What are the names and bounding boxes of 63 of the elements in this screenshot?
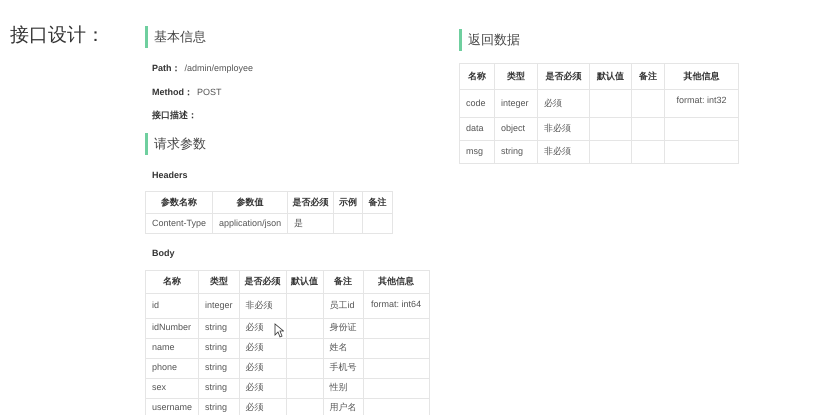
column-header: 备注 (323, 270, 364, 293)
table-cell: sex (146, 378, 199, 398)
subsection-label: Headers (152, 168, 188, 182)
field-value: /admin/employee (184, 62, 254, 75)
column-header: 其他信息 (664, 64, 738, 90)
table-cell: data (460, 118, 494, 140)
table-cell: 性别 (323, 378, 364, 398)
table-cell: 身份证 (323, 318, 364, 338)
table-cell: format: int64 (363, 293, 430, 318)
table-cell: string (198, 338, 240, 358)
section-heading: 基本信息 (145, 26, 206, 48)
table-cell: 必须 (239, 338, 286, 358)
table-cell: phone (146, 358, 199, 378)
column-header: 类型 (198, 270, 240, 293)
table-cell: string (198, 318, 240, 338)
section-heading: 返回数据 (459, 29, 520, 51)
table-cell: 手机号 (323, 358, 364, 378)
column-header: 名称 (146, 270, 199, 293)
column-header: 示例 (334, 192, 363, 214)
column-header: 是否必须 (288, 192, 334, 214)
page-title: 接口设计： (10, 24, 105, 48)
table-cell: 非必须 (538, 140, 590, 164)
column-header: 是否必须 (538, 64, 590, 90)
table-cell: id (146, 293, 199, 318)
column-header: 备注 (362, 192, 393, 214)
column-header: 默认值 (590, 64, 632, 90)
table-cell: 必须 (538, 90, 590, 118)
table-cell: 姓名 (323, 338, 364, 358)
field-value: POST (197, 86, 222, 98)
column-header: 名称 (460, 64, 494, 90)
column-header: 默认值 (286, 270, 324, 293)
column-header: 参数值 (212, 192, 288, 214)
table-cell: object (494, 118, 538, 140)
field-label: Path： (152, 62, 181, 75)
table-cell: application/json (212, 214, 288, 234)
table-cell: 是 (288, 214, 334, 234)
table-cell: name (146, 338, 199, 358)
table-cell: 非必须 (538, 118, 590, 140)
table-cell: string (198, 358, 240, 378)
table-cell: Content-Type (146, 214, 213, 234)
table-cell: code (460, 90, 494, 118)
table-cell: msg (460, 140, 494, 164)
column-header: 参数名称 (146, 192, 213, 214)
column-header: 是否必须 (239, 270, 286, 293)
field-label: Method： (152, 86, 193, 98)
table-cell: 必须 (239, 358, 286, 378)
field-label: 接口描述： (152, 109, 197, 122)
table-cell: idNumber (146, 318, 199, 338)
table-cell: 非必须 (239, 293, 286, 318)
table-cell: integer (198, 293, 240, 318)
section-heading: 请求参数 (145, 132, 206, 154)
table-cell: 员工id (323, 293, 364, 318)
column-header: 类型 (494, 64, 538, 90)
subsection-label: Body (152, 247, 174, 260)
column-header: 备注 (632, 64, 664, 90)
cursor-icon (274, 323, 284, 338)
table-cell: string (198, 378, 240, 398)
column-header: 其他信息 (363, 270, 430, 293)
table-cell: format: int32 (664, 90, 738, 118)
table-cell: 必须 (239, 378, 286, 398)
table-cell: integer (494, 90, 538, 118)
table-cell: string (494, 140, 538, 164)
table-cell: username (146, 398, 199, 415)
